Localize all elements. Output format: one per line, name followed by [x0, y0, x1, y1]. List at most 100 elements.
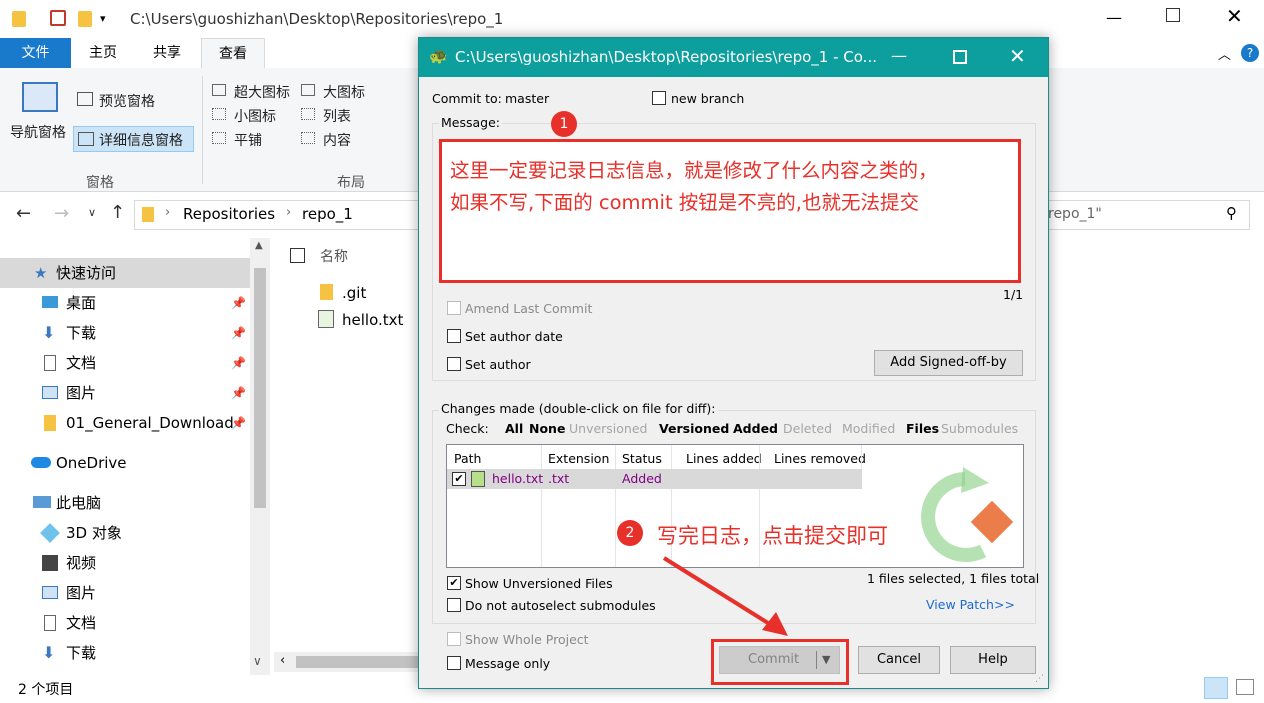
- breadcrumb-repositories[interactable]: Repositories: [183, 205, 275, 223]
- layout-tiles[interactable]: 平铺: [234, 130, 262, 150]
- filter-none[interactable]: None: [529, 421, 565, 436]
- preview-pane-button[interactable]: 预览窗格: [99, 91, 155, 111]
- chevron-down-icon[interactable]: ▼: [822, 648, 830, 672]
- filter-versioned[interactable]: Versioned: [659, 421, 729, 436]
- forward-arrow-icon[interactable]: →: [54, 203, 69, 224]
- set-author-date-checkbox[interactable]: [447, 329, 461, 343]
- col-lines-added[interactable]: Lines added: [686, 451, 762, 466]
- new-branch-checkbox[interactable]: [652, 91, 666, 105]
- search-icon[interactable]: ⚲: [1226, 204, 1237, 222]
- table-row[interactable]: ✔ hello.txt .txt Added: [447, 469, 862, 489]
- column-name-header[interactable]: 名称: [320, 246, 348, 266]
- tab-view[interactable]: 查看: [201, 38, 265, 68]
- layout-list[interactable]: 列表: [323, 106, 351, 126]
- commit-message-textarea[interactable]: 这里一定要记录日志信息，就是修改了什么内容之类的， 如果不写,下面的 commi…: [439, 139, 1021, 283]
- col-extension[interactable]: Extension: [548, 451, 609, 466]
- up-arrow-icon[interactable]: ↑: [110, 202, 125, 223]
- maximize-button[interactable]: [1166, 8, 1180, 22]
- commit-button[interactable]: Commit ▼: [719, 646, 840, 674]
- view-patch-link[interactable]: View Patch>>: [926, 597, 1015, 612]
- close-button[interactable]: ✕: [1226, 4, 1243, 28]
- nav-downloads-pc[interactable]: ⬇ 下载: [0, 638, 250, 668]
- filter-added[interactable]: Added: [733, 421, 778, 436]
- scroll-thumb[interactable]: [254, 268, 266, 508]
- back-arrow-icon[interactable]: ←: [16, 203, 31, 224]
- address-box[interactable]: [134, 200, 424, 230]
- show-unversioned-checkbox[interactable]: ✔: [447, 576, 461, 590]
- breadcrumb-repo[interactable]: repo_1: [302, 205, 353, 223]
- tab-file[interactable]: 文件: [0, 38, 71, 68]
- filter-modified[interactable]: Modified: [842, 421, 895, 436]
- set-author-date-label: Set author date: [465, 329, 563, 344]
- ribbon-collapse-icon[interactable]: ︿: [1218, 44, 1231, 63]
- dialog-minimize-button[interactable]: —: [891, 46, 907, 65]
- details-view-icon[interactable]: [1204, 677, 1228, 699]
- filter-files[interactable]: Files: [906, 421, 939, 436]
- nav-documents[interactable]: 文档 📌: [0, 348, 250, 378]
- add-signed-off-button[interactable]: Add Signed-off-by: [874, 350, 1023, 376]
- pin-icon[interactable]: 📌: [231, 408, 246, 438]
- pin-icon[interactable]: 📌: [231, 348, 246, 378]
- filter-unversioned[interactable]: Unversioned: [569, 421, 647, 436]
- help-icon[interactable]: ?: [1241, 44, 1259, 62]
- tab-share[interactable]: 共享: [144, 38, 190, 68]
- col-lines-removed[interactable]: Lines removed: [774, 451, 866, 466]
- help-button[interactable]: Help: [950, 646, 1036, 674]
- nav-quick-access[interactable]: ★ 快速访问: [0, 258, 250, 288]
- dialog-maximize-button[interactable]: [953, 50, 967, 64]
- set-author-checkbox[interactable]: [447, 357, 461, 371]
- resize-grip-icon[interactable]: ⋰: [1035, 674, 1044, 684]
- cancel-button[interactable]: Cancel: [858, 646, 940, 674]
- nav-documents-pc[interactable]: 文档: [0, 608, 250, 638]
- nav-this-pc[interactable]: 此电脑: [0, 488, 250, 518]
- layout-extra-large[interactable]: 超大图标: [234, 82, 290, 102]
- quick-access-dropdown-icon[interactable]: ▾: [100, 12, 106, 25]
- nav-desktop[interactable]: 桌面 📌: [0, 288, 250, 318]
- nav-3d-objects[interactable]: 3D 对象: [0, 518, 250, 548]
- scroll-left-icon[interactable]: ‹: [280, 653, 285, 668]
- nav-pictures[interactable]: 图片 📌: [0, 378, 250, 408]
- pin-icon[interactable]: 📌: [231, 378, 246, 408]
- new-folder-icon[interactable]: [78, 11, 92, 27]
- filter-all[interactable]: All: [505, 421, 523, 436]
- nav-pane-label[interactable]: 导航窗格: [10, 122, 66, 142]
- layout-content[interactable]: 内容: [323, 130, 351, 150]
- scroll-up-icon[interactable]: ▲: [255, 240, 263, 251]
- film-icon: [42, 555, 58, 571]
- scroll-down-icon[interactable]: ∨: [253, 654, 262, 668]
- nav-general-download[interactable]: 01_General_Download 📌: [0, 408, 250, 438]
- row-checkbox[interactable]: ✔: [452, 472, 466, 486]
- file-hello[interactable]: hello.txt: [342, 311, 403, 329]
- col-path[interactable]: Path: [454, 451, 481, 466]
- group-layout-label: 布局: [337, 175, 365, 191]
- show-whole-project-checkbox[interactable]: [447, 632, 461, 646]
- pin-icon[interactable]: 📌: [231, 318, 246, 348]
- nav-pane-icon[interactable]: [22, 82, 58, 112]
- pin-icon[interactable]: 📌: [231, 288, 246, 318]
- message-only-checkbox[interactable]: [447, 656, 461, 670]
- no-autoselect-checkbox[interactable]: [447, 598, 461, 612]
- tab-home[interactable]: 主页: [80, 38, 126, 68]
- nav-onedrive[interactable]: OneDrive: [0, 448, 250, 478]
- dialog-close-button[interactable]: ✕: [1009, 44, 1026, 68]
- properties-check-icon[interactable]: [50, 10, 66, 26]
- layout-large[interactable]: 大图标: [323, 82, 365, 102]
- nav-pictures-pc[interactable]: 图片: [0, 578, 250, 608]
- col-status[interactable]: Status: [622, 451, 662, 466]
- select-all-checkbox[interactable]: [290, 248, 305, 263]
- horizontal-scrollbar[interactable]: ‹: [274, 652, 424, 672]
- minimize-button[interactable]: —: [1106, 8, 1122, 27]
- h-scroll-thumb[interactable]: [296, 656, 424, 668]
- filter-submodules[interactable]: Submodules: [941, 421, 1018, 436]
- nav-scrollbar[interactable]: ▲ ∨: [250, 238, 270, 675]
- folder-icon: [142, 207, 154, 222]
- show-unversioned-label: Show Unversioned Files: [465, 576, 613, 591]
- amend-checkbox[interactable]: [447, 301, 461, 315]
- recent-chevron-icon[interactable]: ∨: [88, 206, 96, 219]
- file-git[interactable]: .git: [342, 284, 366, 302]
- nav-videos[interactable]: 视频: [0, 548, 250, 578]
- filter-deleted[interactable]: Deleted: [783, 421, 832, 436]
- layout-small[interactable]: 小图标: [234, 106, 276, 126]
- large-icons-view-icon[interactable]: [1236, 679, 1254, 695]
- nav-downloads[interactable]: ⬇ 下载 📌: [0, 318, 250, 348]
